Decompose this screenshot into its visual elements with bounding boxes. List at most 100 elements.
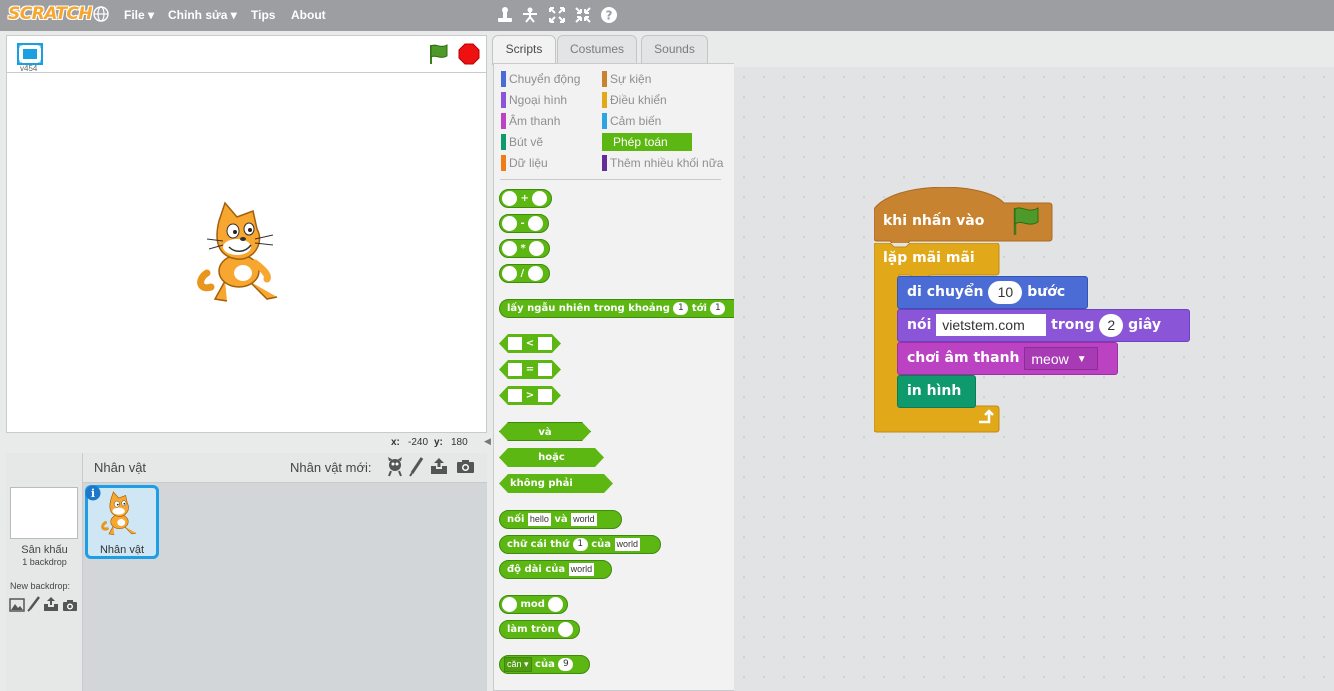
help-icon[interactable]: ? — [600, 6, 618, 24]
sprite-library-icon[interactable] — [386, 457, 404, 480]
multiply-block[interactable]: * — [499, 239, 550, 258]
block-operator: / — [520, 268, 525, 279]
block-label: in hình — [907, 383, 962, 399]
scratch-cat-sprite[interactable] — [197, 201, 297, 309]
block-label: làm tròn — [507, 624, 555, 635]
random-to-input[interactable]: 1 — [710, 301, 726, 315]
function-number-input[interactable]: 9 — [558, 657, 574, 671]
chevron-down-icon: ▾ — [230, 8, 237, 22]
category-label: Âm thanh — [509, 114, 561, 128]
tab-scripts[interactable]: Scripts — [492, 35, 556, 65]
shrink-icon[interactable] — [574, 6, 592, 24]
sound-dropdown[interactable]: meow ▼ — [1024, 346, 1099, 370]
sprites-title: Nhân vật — [94, 460, 147, 475]
stamp-block[interactable]: in hình — [897, 375, 976, 408]
say-for-secs-block[interactable]: nói vietstem.com trong 2 giây — [897, 309, 1190, 342]
letter-word-input[interactable]: world — [614, 537, 641, 551]
input-slot — [508, 363, 522, 376]
category-data[interactable]: Dữ liệu — [501, 154, 548, 172]
category-sound[interactable]: Âm thanh — [501, 112, 560, 130]
length-word-input[interactable]: world — [568, 562, 595, 576]
tips-menu[interactable]: Tips — [251, 8, 275, 22]
category-color-bar — [501, 92, 506, 108]
move-steps-input[interactable]: 10 — [988, 280, 1023, 304]
paint-backdrop-icon[interactable] — [27, 596, 41, 615]
grow-icon[interactable] — [548, 6, 566, 24]
category-more-blocks[interactable]: Thêm nhiều khối nữa — [602, 154, 723, 172]
green-flag-icon[interactable] — [427, 42, 451, 69]
join-first-input[interactable]: hello — [527, 512, 551, 526]
camera-backdrop-icon[interactable] — [62, 599, 78, 615]
join-second-input[interactable]: world — [571, 512, 597, 526]
forever-label: lặp mãi mãi — [883, 250, 975, 266]
scripts-area[interactable] — [734, 67, 1334, 691]
file-menu-label: File — [124, 8, 145, 22]
paint-sprite-icon[interactable] — [408, 457, 424, 480]
play-sound-block[interactable]: chơi âm thanh meow ▼ — [897, 342, 1118, 375]
sprite-info-icon[interactable]: i — [85, 485, 101, 504]
function-dropdown[interactable]: căn ▾ — [504, 656, 532, 672]
about-menu[interactable]: About — [291, 8, 326, 22]
category-pen[interactable]: Bút vẽ — [501, 133, 543, 151]
tab-costumes[interactable]: Costumes — [557, 35, 637, 64]
category-events[interactable]: Sự kiện — [602, 70, 651, 88]
collapse-stage-arrow-icon[interactable]: ◀ — [484, 436, 492, 450]
file-menu[interactable]: File ▾ — [124, 8, 154, 22]
or-block[interactable]: hoặc — [499, 448, 604, 467]
stage-thumbnail[interactable] — [10, 487, 78, 539]
math-function-block[interactable]: căn ▾ của 9 — [499, 655, 590, 674]
greater-than-block[interactable]: > — [499, 386, 561, 405]
input-slot — [508, 389, 522, 402]
scratch-logo[interactable]: SCRATCH — [8, 4, 93, 24]
divide-block[interactable]: / — [499, 264, 550, 283]
letter-of-block[interactable]: chữ cái thứ 1 của world — [499, 535, 661, 554]
not-block[interactable]: không phải — [499, 474, 613, 493]
duplicate-stamp-icon[interactable] — [496, 6, 514, 24]
category-control[interactable]: Điều khiển — [602, 91, 667, 109]
category-color-bar — [501, 113, 506, 129]
say-text-input[interactable]: vietstem.com — [936, 314, 1047, 336]
sprite-tile[interactable]: i Nhân vật — [85, 485, 159, 559]
move-steps-block[interactable]: di chuyển 10 bước — [897, 276, 1088, 309]
category-motion[interactable]: Chuyển động — [501, 70, 580, 88]
edit-menu[interactable]: Chỉnh sửa ▾ — [168, 8, 237, 22]
letter-index-input[interactable]: 1 — [572, 537, 588, 551]
backdrop-library-icon[interactable] — [9, 598, 25, 615]
round-block[interactable]: làm tròn — [499, 620, 580, 639]
category-looks[interactable]: Ngoại hình — [501, 91, 567, 109]
add-block[interactable]: + — [499, 189, 552, 208]
subtract-block[interactable]: - — [499, 214, 549, 233]
mod-block[interactable]: mod — [499, 595, 568, 614]
tab-sounds[interactable]: Sounds — [641, 35, 708, 64]
new-sprite-label: Nhân vật mới: — [290, 460, 372, 475]
pick-random-block[interactable]: lấy ngẫu nhiên trong khoảng 1 tới 1 — [499, 299, 739, 318]
input-slot — [529, 240, 545, 256]
stop-icon[interactable] — [458, 43, 480, 68]
input-slot — [527, 265, 543, 281]
mouse-x-readout: x: — [391, 437, 400, 448]
less-than-block[interactable]: < — [499, 334, 561, 353]
category-operators[interactable]: Phép toán — [602, 133, 692, 151]
upload-backdrop-icon[interactable] — [43, 596, 59, 615]
and-block[interactable]: và — [499, 422, 591, 441]
upload-sprite-icon[interactable] — [430, 457, 448, 478]
sprite-tile-name: Nhân vật — [99, 544, 145, 556]
input-slot — [502, 190, 517, 206]
language-globe-icon[interactable] — [93, 6, 111, 24]
equals-block[interactable]: = — [499, 360, 561, 379]
block-label: của — [535, 659, 555, 670]
random-from-input[interactable]: 1 — [673, 301, 689, 315]
category-label: Chuyển động — [509, 72, 581, 86]
stage-canvas[interactable] — [6, 72, 487, 433]
delete-scissors-icon[interactable] — [521, 6, 539, 24]
category-label: Thêm nhiều khối nữa — [610, 156, 724, 170]
category-sensing[interactable]: Cảm biến — [602, 112, 661, 130]
chevron-down-icon: ▼ — [1076, 353, 1087, 365]
svg-text:?: ? — [606, 9, 613, 23]
length-of-block[interactable]: độ dài của world — [499, 560, 612, 579]
input-slot — [508, 337, 522, 350]
join-block[interactable]: nối hello và world — [499, 510, 622, 529]
say-seconds-input[interactable]: 2 — [1099, 313, 1124, 337]
camera-sprite-icon[interactable] — [456, 459, 475, 477]
when-flag-clicked-block[interactable]: khi nhấn vào — [874, 187, 1053, 243]
